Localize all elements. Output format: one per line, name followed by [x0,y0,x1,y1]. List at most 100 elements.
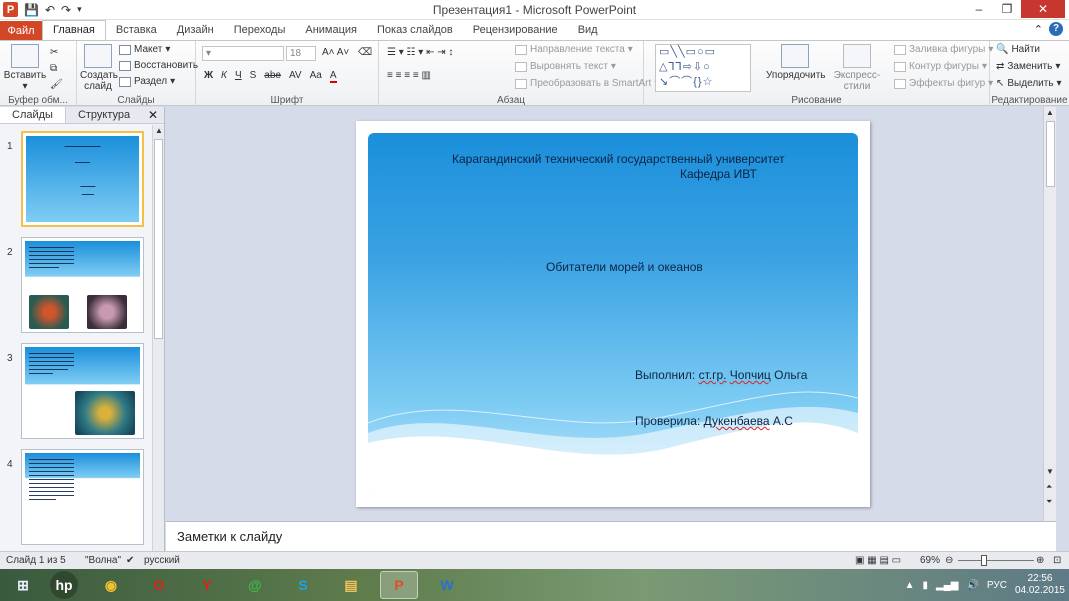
char-spacing-button[interactable]: AV [289,70,302,83]
file-explorer-icon[interactable]: ▤ [332,571,370,599]
start-button-icon[interactable]: ⊞ [4,571,42,599]
volume-icon[interactable]: 🔊 [966,580,978,591]
close-pane-icon[interactable]: ✕ [148,108,158,122]
tab-animation[interactable]: Анимация [295,21,367,40]
current-slide[interactable]: Карагандинский технический государственн… [356,121,870,507]
notes-placeholder[interactable]: Заметки к слайду [177,529,282,544]
yandex-browser-icon[interactable]: Y [188,571,226,599]
shapes-gallery[interactable]: ▭╲╲▭○▭ △⅂⅂⇨⇩○ ↘⌒⌒{}☆ [655,44,751,92]
bold-button[interactable]: Ж [204,70,213,83]
skype-icon[interactable]: S [284,571,322,599]
zoom-in-icon[interactable]: ⊕ [1036,555,1044,566]
clock[interactable]: 22:56 04.02.2015 [1015,573,1065,597]
powerpoint-taskbar-icon[interactable]: P [380,571,418,599]
tab-insert[interactable]: Вставка [106,21,167,40]
notes-pane[interactable]: Заметки к слайду [166,521,1056,551]
university-name[interactable]: Карагандинский технический государственн… [452,152,785,166]
edit-area-scrollbar[interactable]: ▲ ▼ ⏶ ⏷ [1043,107,1056,521]
italic-button[interactable]: К [221,70,227,83]
scroll-down-icon[interactable]: ▼ [1046,467,1054,476]
font-color-button[interactable]: A [329,70,337,83]
tab-view[interactable]: Вид [568,21,608,40]
grow-font-icon[interactable]: A˄ A˅ [322,47,349,58]
format-painter-icon[interactable]: 🖌 [50,79,63,90]
previous-slide-icon[interactable]: ⏶ [1046,482,1052,492]
view-buttons[interactable]: ▣ ▦ ▤ ▭ [855,555,901,566]
maximize-button[interactable]: ❐ [993,0,1021,18]
font-family-select[interactable]: ▾ [202,46,284,61]
battery-icon[interactable]: ▮ [922,580,928,591]
copy-icon[interactable]: ⧉ [50,63,57,74]
tab-slideshow[interactable]: Показ слайдов [367,21,463,40]
font-size-select[interactable]: 18 [286,46,316,61]
author-line[interactable]: Выполнил: ст.гр. Чопчиц Ольга [635,368,807,382]
zoom-slider-knob[interactable] [981,555,987,566]
zoom-level[interactable]: 69% [920,555,940,566]
opera-icon[interactable]: O [140,571,178,599]
next-slide-icon[interactable]: ⏷ [1046,497,1052,507]
tab-design[interactable]: Дизайн [167,21,224,40]
tab-home[interactable]: Главная [42,20,106,40]
slide-thumbnail-1[interactable]: ▬▬▬▬▬▬▬▬▬▬▬▬ ▬▬▬▬▬ ▬▬▬▬▬ ▬▬▬▬ [21,131,144,227]
replace-button[interactable]: ⇄ Заменить ▾ [996,61,1060,72]
shape-effects-button[interactable]: Эффекты фигур ▾ [894,78,993,89]
clear-format-icon[interactable]: ⌫ [358,47,372,58]
zoom-slider[interactable] [958,560,1034,561]
new-slide-button[interactable]: Создать слайд [80,44,118,92]
quick-styles-button[interactable]: Экспресс-стили [826,44,888,92]
shape-fill-button[interactable]: Заливка фигуры ▾ [894,44,993,55]
scroll-up-icon[interactable]: ▲ [1046,108,1054,117]
paste-button[interactable]: Вставить ▾ [3,44,47,92]
save-icon[interactable]: 💾 [24,3,39,17]
language-indicator[interactable]: русский [144,555,180,566]
reset-button[interactable]: Восстановить [119,60,198,71]
layout-button[interactable]: Макет ▾ [119,44,170,55]
tab-review[interactable]: Рецензирование [463,21,568,40]
scroll-thumb[interactable] [154,139,163,339]
tab-slides[interactable]: Слайды [0,107,66,123]
word-taskbar-icon[interactable]: W [428,571,466,599]
help-icon[interactable]: ? [1049,22,1063,36]
zoom-out-icon[interactable]: ⊖ [945,555,953,566]
shadow-button[interactable]: S [250,70,257,83]
tab-outline[interactable]: Структура [66,107,142,123]
ribbon-collapse-icon[interactable]: ⌃ [1034,23,1043,36]
underline-button[interactable]: Ч [235,70,242,83]
network-icon[interactable]: ▂▄▆ [936,580,958,591]
tab-file[interactable]: Файл [0,21,42,40]
checker-line[interactable]: Проверила: Дукенбаева А.С [635,414,793,428]
slide-title[interactable]: Обитатели морей и океанов [546,260,703,274]
scroll-up-icon[interactable]: ▲ [155,126,163,135]
minimize-button[interactable]: – [965,0,993,18]
bullets-icon[interactable]: ☰ ▾ ☷ ▾ ⇤ ⇥ ↕ [387,47,453,58]
select-button[interactable]: ↖ Выделить ▾ [996,78,1062,89]
arrange-button[interactable]: Упорядочить [766,44,826,81]
slides-pane-scrollbar[interactable]: ▲ [152,125,164,551]
section-button[interactable]: Раздел ▾ [119,76,175,87]
find-button[interactable]: 🔍 Найти [996,44,1040,55]
tray-expand-icon[interactable]: ▲ [905,580,915,591]
slide-thumbnail-3[interactable]: ▬▬▬▬▬▬▬▬▬▬▬▬▬▬▬ ▬▬▬▬▬▬▬▬▬▬▬▬▬▬▬ ▬▬▬▬▬▬▬▬▬▬… [21,343,144,439]
text-direction-button[interactable]: Направление текста ▾ [515,44,633,55]
media-player-icon[interactable]: ◉ [92,571,130,599]
fit-to-window-icon[interactable]: ⊡ [1053,555,1061,566]
slide-thumbnail-2[interactable]: ▬▬▬▬▬▬▬▬▬▬▬▬▬▬▬ ▬▬▬▬▬▬▬▬▬▬▬▬▬▬▬ ▬▬▬▬▬▬▬▬▬▬… [21,237,144,333]
slide-thumbnail-4[interactable]: ▬▬▬▬▬▬▬▬▬▬▬▬▬▬▬ ▬▬▬▬▬▬▬▬▬▬▬▬▬▬▬ ▬▬▬▬▬▬▬▬▬▬… [21,449,144,545]
keyboard-language[interactable]: РУС [987,580,1007,591]
undo-icon[interactable]: ↶ [45,3,55,17]
powerpoint-logo-icon[interactable]: P [3,2,18,17]
customize-qat-icon[interactable]: ▾ [77,4,82,15]
spellcheck-icon[interactable]: ✔ [126,555,134,566]
align-text-button[interactable]: Выровнять текст ▾ [515,61,616,72]
tab-transitions[interactable]: Переходы [224,21,296,40]
hp-icon[interactable]: hp [50,571,78,599]
smartart-button[interactable]: Преобразовать в SmartArt ▾ [515,78,659,89]
mail-agent-icon[interactable]: @ [236,571,274,599]
scroll-thumb[interactable] [1046,121,1055,187]
align-icons[interactable]: ≡ ≡ ≡ ≡ ▥ [387,70,431,81]
cut-icon[interactable]: ✂ [50,47,58,58]
department-name[interactable]: Кафедра ИВТ [680,167,757,181]
close-button[interactable]: ✕ [1021,0,1065,18]
change-case-button[interactable]: Aa [310,70,322,83]
shape-outline-button[interactable]: Контур фигуры ▾ [894,61,987,72]
